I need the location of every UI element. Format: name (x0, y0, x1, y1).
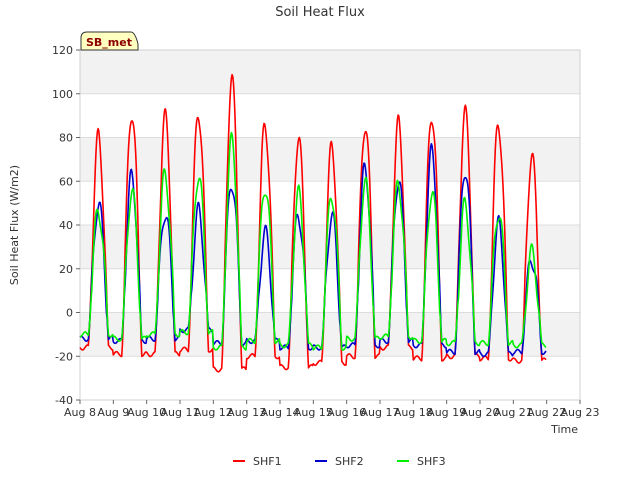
site-label: SB_met (86, 36, 132, 49)
chart-svg: -40-20020406080100120Aug 8 Aug 9Aug 10Aug… (0, 0, 640, 480)
chart-title: Soil Heat Flux (275, 5, 365, 20)
x-tick-label: Aug 23 (561, 406, 600, 419)
legend-label-shf2: SHF2 (335, 455, 364, 468)
y-tick-label: 100 (52, 88, 73, 101)
x-axis-label: Time (550, 423, 578, 436)
y-tick-label: 20 (59, 263, 73, 276)
y-tick-label: 40 (59, 219, 73, 232)
y-tick-label: 0 (66, 307, 73, 320)
legend-label-shf1: SHF1 (253, 455, 282, 468)
y-tick-label: 60 (59, 175, 73, 188)
x-tick-label: Aug 8 (64, 406, 96, 419)
y-axis-label: Soil Heat Flux (W/m2) (8, 165, 21, 285)
y-tick-label: 120 (52, 44, 73, 57)
x-tick-label: Aug 9 (97, 406, 129, 419)
legend-label-shf3: SHF3 (417, 455, 446, 468)
y-tick-label: -20 (55, 350, 73, 363)
soil-heat-flux-chart: -40 -20 0 20 40 60 80 100 120 Aug 8 Aug 9 Aug 10 Aug… (0, 0, 640, 480)
y-tick-label: 80 (59, 132, 73, 145)
site-label-box: SB_met (80, 31, 139, 51)
